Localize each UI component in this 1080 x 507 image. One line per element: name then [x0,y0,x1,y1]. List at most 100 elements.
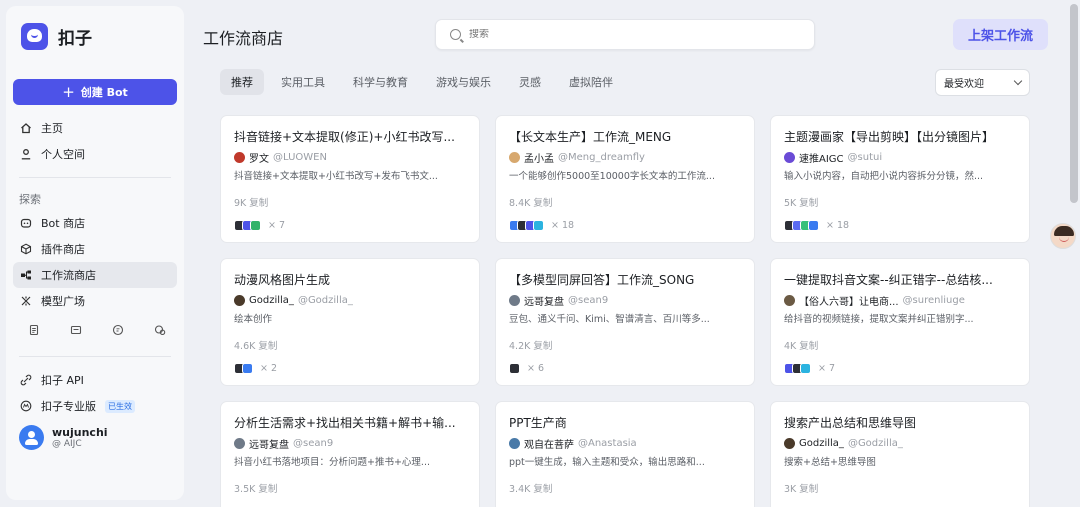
tab-games-entertainment[interactable]: 游戏与娱乐 [425,69,502,95]
sidebar-item-home[interactable]: 主页 [13,115,177,141]
sidebar-item-label: Bot 商店 [41,217,86,230]
workflow-card[interactable]: 搜索产出总结和思维导图 Godzilla_ @Godzilla_ 搜索+总结+思… [770,401,1030,507]
status-badge: 已生效 [105,399,135,413]
workflow-card[interactable]: 主题漫画家【导出剪映】【出分镜图片】 速推AIGC @sutui 输入小说内容，… [770,115,1030,243]
search-bar[interactable] [435,19,815,50]
publish-workflow-button[interactable]: 上架工作流 [953,19,1048,50]
plugin-icon [242,362,253,374]
workflow-card[interactable]: 【长文本生产】工作流_MENG 孟小孟 @Meng_dreamfly 一个能够创… [495,115,755,243]
plugin-icons [234,219,261,231]
quick-links [13,314,177,346]
card-author[interactable]: 远哥复盘 @sean9 [509,293,742,307]
coze-logo-icon [21,22,48,50]
divider [19,356,171,357]
tab-recommended[interactable]: 推荐 [220,69,264,95]
plugin-icons [784,362,811,374]
author-avatar [784,294,795,306]
sidebar-item-workflow-store[interactable]: 工作流商店 [13,262,177,288]
plugin-icons [784,219,819,231]
assistant-avatar[interactable] [1050,223,1076,249]
copy-count: 4K 复制 [784,341,819,352]
tab-virtual-companion[interactable]: 虚拟陪伴 [558,69,624,95]
sidebar-item-personal-space[interactable]: 个人空间 [13,141,177,167]
card-title: 【多模型同屏回答】工作流_SONG [509,273,695,287]
plugin-list: × 6 [509,361,742,375]
scrollbar[interactable] [1070,4,1078,203]
author-name: 观自在菩萨 [524,439,574,451]
divider [19,177,171,178]
workflow-card[interactable]: 一键提取抖音文案--纠正错字--总结核... 【俗人六哥】让电商... @sur… [770,258,1030,386]
card-description: 豆包、通义千问、Kimi、智谱清言、百川等多... [509,314,710,325]
card-title: 一键提取抖音文案--纠正错字--总结核... [784,273,993,287]
author-name: 罗文 [249,153,269,165]
card-title: 主题漫画家【导出剪映】【出分镜图片】 [784,130,995,144]
cube-icon [19,243,32,256]
plugin-list: × 7 [234,218,467,232]
tab-inspiration[interactable]: 灵感 [508,69,552,95]
card-author[interactable]: 观自在菩萨 @Anastasia [509,436,742,450]
chevron-down-icon [1013,76,1023,85]
community-icon[interactable] [153,323,167,337]
user-name: wujunchi [52,426,108,439]
sidebar-item-pro[interactable]: 扣子专业版 已生效 [13,393,177,419]
explore-section-label: 探索 [19,193,41,206]
sidebar-item-label: 主页 [41,122,63,135]
brand[interactable]: 扣子 [13,16,177,56]
plugin-list: × 18 [784,218,1017,232]
author-avatar [509,294,520,306]
plugin-list: × 2 [234,361,467,375]
workflow-card[interactable]: 动漫风格图片生成 Godzilla_ @Godzilla_ 绘本创作 4.6K … [220,258,480,386]
user-profile[interactable]: wujunchi @ AIJC [13,425,177,450]
workflow-card[interactable]: PPT生产商 观自在菩萨 @Anastasia ppt一键生成，输入主题和受众，… [495,401,755,507]
plugin-count: × 18 [826,219,850,231]
page-title: 工作流商店 [203,29,284,48]
card-author[interactable]: 远哥复盘 @sean9 [234,436,467,450]
sidebar-item-bot-store[interactable]: Bot 商店 [13,210,177,236]
search-input[interactable] [469,29,769,40]
card-author[interactable]: 罗文 @LUOWEN [234,150,467,164]
card-description: 给抖音的视频链接，提取文案并纠正错别字... [784,314,974,325]
author-avatar [509,151,520,163]
card-title: 抖音链接+文本提取(修正)+小红书改写... [234,130,455,144]
sidebar-item-api[interactable]: 扣子 API [13,367,177,393]
sidebar-item-plugin-store[interactable]: 插件商店 [13,236,177,262]
tab-utilities[interactable]: 实用工具 [270,69,336,95]
sidebar-item-model-square[interactable]: 模型广场 [13,288,177,314]
create-bot-button[interactable]: + 创建 Bot [13,79,177,105]
plugin-count: × 6 [527,362,545,374]
chat-icon[interactable] [111,323,125,337]
card-title: 动漫风格图片生成 [234,273,331,287]
copy-count: 3K 复制 [784,484,819,495]
card-author[interactable]: 速推AIGC @sutui [784,150,1017,164]
author-name: 远哥复盘 [249,439,289,451]
plugin-icon [250,219,261,231]
card-author[interactable]: Godzilla_ @Godzilla_ [784,436,1017,450]
mail-icon[interactable] [69,323,83,337]
plugin-icon [800,362,811,374]
copy-count: 5K 复制 [784,198,819,209]
category-tabs: 推荐 实用工具 科学与教育 游戏与娱乐 灵感 虚拟陪伴 [220,69,624,95]
author-handle: @Godzilla_ [847,437,903,449]
tab-science-education[interactable]: 科学与教育 [342,69,419,95]
author-name: Godzilla_ [799,437,844,449]
plugin-icon [808,219,819,231]
copy-count: 4.6K 复制 [234,341,278,352]
card-author[interactable]: Godzilla_ @Godzilla_ [234,293,467,307]
sidebar-item-label: 插件商店 [41,243,85,256]
sort-selected-value: 最受欢迎 [944,79,984,90]
brand-name: 扣子 [58,28,92,49]
copy-count: 3.5K 复制 [234,484,278,495]
copy-count: 3.4K 复制 [509,484,553,495]
card-title: PPT生产商 [509,416,567,430]
sort-select[interactable]: 最受欢迎 [935,69,1030,96]
plugin-icons [509,219,544,231]
card-author[interactable]: 【俗人六哥】让电商... @surenliuge [784,293,1017,307]
workflow-card[interactable]: 分析生活需求+找出相关书籍+解书+输... 远哥复盘 @sean9 抖音小红书落… [220,401,480,507]
sidebar-item-label: 模型广场 [41,295,85,308]
doc-icon[interactable] [27,323,41,337]
plugin-count: × 2 [260,362,278,374]
workflow-card[interactable]: 抖音链接+文本提取(修正)+小红书改写... 罗文 @LUOWEN 抖音链接+文… [220,115,480,243]
card-author[interactable]: 孟小孟 @Meng_dreamfly [509,150,742,164]
workflow-card[interactable]: 【多模型同屏回答】工作流_SONG 远哥复盘 @sean9 豆包、通义千问、Ki… [495,258,755,386]
card-description: 输入小说内容，自动把小说内容拆分分镜，然... [784,171,984,182]
